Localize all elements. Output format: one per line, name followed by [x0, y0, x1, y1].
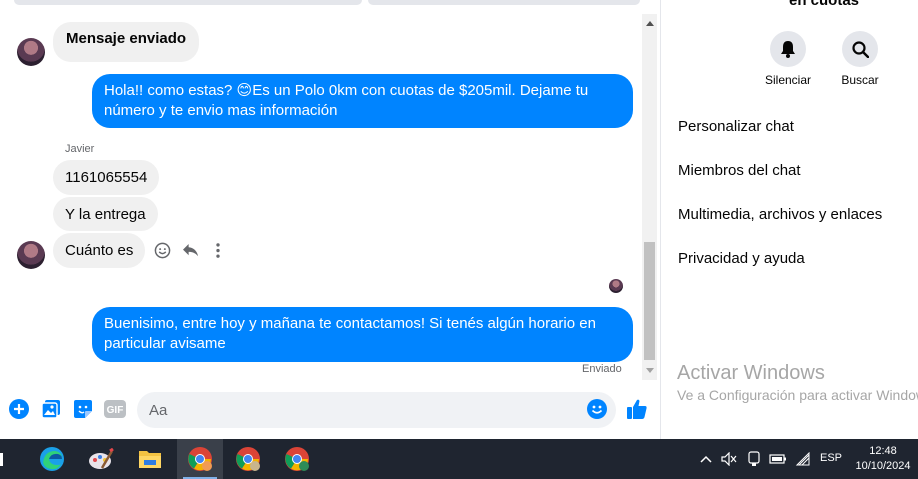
file-explorer-icon[interactable]	[127, 439, 173, 479]
message-input[interactable]	[137, 392, 616, 428]
sticker-icon[interactable]	[72, 398, 94, 420]
search-icon	[842, 31, 878, 67]
bell-icon	[770, 31, 806, 67]
read-receipt-avatar	[609, 279, 623, 293]
contact-avatar[interactable]	[17, 241, 45, 269]
chrome-profile-3-icon[interactable]	[274, 439, 320, 479]
paint-app-icon[interactable]	[78, 439, 124, 479]
top-card-stub	[368, 0, 640, 5]
message-bubble-incoming[interactable]: Cuánto es	[53, 233, 146, 268]
like-icon[interactable]	[626, 398, 648, 420]
more-options-icon[interactable]	[209, 241, 227, 259]
watermark-subtitle: Ve a Configuración para activar Windows.	[677, 387, 918, 403]
scroll-thumb[interactable]	[644, 242, 655, 360]
message-bubble-incoming[interactable]: Mensaje enviado	[53, 22, 200, 62]
chrome-profile-1-icon[interactable]	[177, 439, 223, 479]
search-label: Buscar	[841, 73, 879, 87]
system-clock[interactable]: 12:48 10/10/2024	[850, 444, 916, 474]
message-actions	[153, 241, 227, 259]
chat-pane: Mensaje enviado Hola!! como estas? 😊Es u…	[0, 0, 661, 439]
message-bubble-incoming[interactable]: Y la entrega	[53, 197, 158, 231]
svg-text:GIF: GIF	[107, 405, 124, 416]
scroll-up-arrow[interactable]	[642, 16, 657, 30]
chevron-up-icon[interactable]	[697, 449, 715, 469]
mute-button[interactable]: Silenciar	[756, 31, 820, 87]
reply-icon[interactable]	[181, 241, 199, 259]
privacy-help-item[interactable]: Privacidad y ayuda	[678, 250, 805, 267]
plus-icon[interactable]	[8, 398, 30, 420]
emoji-icon[interactable]	[586, 398, 608, 420]
volume-muted-icon[interactable]	[720, 449, 738, 469]
wifi-icon[interactable]	[794, 449, 812, 469]
gif-icon[interactable]: GIF	[104, 398, 126, 420]
scrollbar[interactable]	[642, 14, 657, 380]
watermark-title: Activar Windows	[677, 362, 825, 384]
edge-browser-icon[interactable]	[29, 439, 75, 479]
clock-date: 10/10/2024	[855, 460, 911, 472]
message-bubble-incoming[interactable]: 1161065554	[53, 160, 160, 195]
message-bubble-outgoing[interactable]: Hola!! como estas? 😊Es un Polo 0km con c…	[92, 74, 633, 128]
customize-chat-item[interactable]: Personalizar chat	[678, 118, 794, 135]
message-bubble-outgoing[interactable]: Buenisimo, entre hoy y mañana te contact…	[92, 307, 633, 362]
mute-label: Silenciar	[764, 73, 812, 87]
composer: GIF	[0, 386, 660, 432]
clock-time: 12:48	[869, 445, 897, 457]
device-icon[interactable]	[745, 449, 763, 469]
task-view-icon[interactable]	[0, 439, 14, 479]
activate-windows-watermark: Activar Windows Ve a Configuración para …	[677, 362, 918, 403]
sender-name: Javier	[65, 143, 95, 155]
top-card-stub	[14, 0, 362, 5]
search-button[interactable]: Buscar	[828, 31, 892, 87]
delivery-status: Enviado	[582, 363, 622, 375]
photo-icon[interactable]	[40, 398, 62, 420]
windows-taskbar: ESP 12:48 10/10/2024	[0, 439, 918, 479]
battery-icon[interactable]	[769, 449, 787, 469]
chat-members-item[interactable]: Miembros del chat	[678, 162, 801, 179]
media-files-links-item[interactable]: Multimedia, archivos y enlaces	[678, 206, 882, 223]
input-language[interactable]: ESP	[820, 452, 842, 464]
chrome-profile-2-icon[interactable]	[225, 439, 271, 479]
contact-avatar[interactable]	[17, 38, 45, 66]
chat-info-pane: en cuotas Silenciar Buscar Personalizar …	[661, 0, 918, 439]
scroll-down-arrow[interactable]	[642, 364, 657, 378]
react-icon[interactable]	[153, 241, 171, 259]
conversation-title: en cuotas	[789, 0, 860, 9]
